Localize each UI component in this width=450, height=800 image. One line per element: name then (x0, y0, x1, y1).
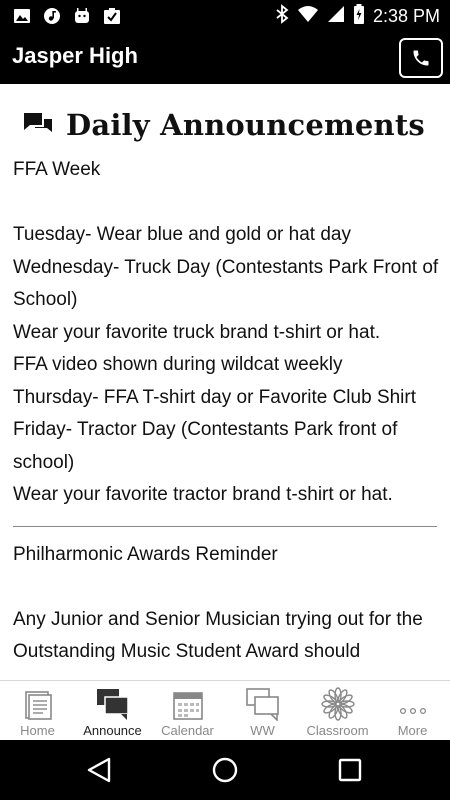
wifi-icon (297, 5, 319, 27)
app-bar: Jasper High (0, 32, 450, 84)
call-button[interactable] (399, 38, 443, 78)
announcement-list: FFA Week Tuesday- Wear blue and gold or … (13, 154, 439, 669)
tab-calendar[interactable]: Calendar (150, 681, 225, 740)
tab-label: Classroom (306, 723, 369, 738)
tab-announce[interactable]: Announce (75, 681, 150, 740)
section-title: Daily Announcements (66, 108, 425, 142)
tab-ww[interactable]: WW (225, 681, 300, 740)
bluetooth-icon (275, 4, 289, 28)
announcement-line: Wear your favorite truck brand t-shirt o… (13, 321, 381, 343)
more-dots-icon (399, 707, 426, 715)
chat-outline-icon (245, 688, 279, 721)
announcement-title: FFA Week (13, 159, 101, 180)
download-icon (102, 6, 122, 26)
announcement-title: Philharmonic Awards Reminder (13, 543, 278, 565)
status-bar: 2:38 PM (0, 0, 450, 32)
back-icon[interactable] (86, 756, 112, 784)
tab-classroom[interactable]: Classroom (300, 681, 375, 740)
home-doc-icon (24, 691, 52, 720)
announcement-line (13, 571, 439, 604)
announcement-line: Thursday- FFA T-shirt day or Favorite Cl… (13, 386, 417, 408)
notification-icons (12, 6, 122, 26)
tab-home[interactable]: Home (0, 681, 75, 740)
tab-label: Home (20, 723, 55, 738)
divider (13, 525, 437, 527)
announcements-content[interactable]: Daily Announcements FFA Week Tuesday- We… (0, 84, 450, 680)
battery-icon (353, 4, 365, 28)
system-nav-bar (0, 740, 450, 800)
chat-icon (96, 689, 129, 720)
recents-icon[interactable] (338, 756, 362, 784)
system-icons: 2:38 PM (275, 4, 440, 28)
announcement-line: Tuesday- Wear blue and gold or hat day (13, 224, 351, 245)
tab-more[interactable]: More (375, 681, 450, 740)
tab-label: Calendar (161, 723, 214, 738)
signal-icon (327, 5, 345, 27)
home-icon[interactable] (211, 756, 239, 784)
bottom-tab-bar: Home Announce Calendar WW Classroom More (0, 680, 450, 740)
tab-label: More (397, 723, 428, 738)
announcement-line: Wednesday- Truck Day (Contestants Park F… (13, 256, 439, 311)
phone-icon (413, 50, 429, 66)
music-icon (42, 6, 62, 26)
calendar-icon (172, 692, 203, 720)
image-icon (12, 6, 32, 26)
announcement-line: FFA video shown during wildcat weekly (13, 354, 343, 375)
announcement-item: Philharmonic Awards Reminder Any Junior … (13, 539, 439, 669)
tab-label: WW (250, 723, 275, 738)
status-time: 2:38 PM (372, 5, 440, 26)
announcement-line: Friday- Tractor Day (Contestants Park fr… (13, 419, 398, 473)
tab-label: Announce (83, 723, 142, 738)
flower-icon (320, 687, 355, 721)
announcement-line: Wear your favorite tractor brand t-shirt… (13, 484, 393, 505)
announcement-line: Any Junior and Senior Musician trying ou… (13, 608, 423, 663)
app-title: Jasper High (12, 43, 138, 68)
announcement-item: FFA Week Tuesday- Wear blue and gold or … (13, 154, 439, 512)
android-icon (72, 6, 92, 26)
chat-icon (24, 113, 52, 132)
section-header: Daily Announcements (22, 108, 425, 142)
announcement-line (13, 187, 439, 220)
